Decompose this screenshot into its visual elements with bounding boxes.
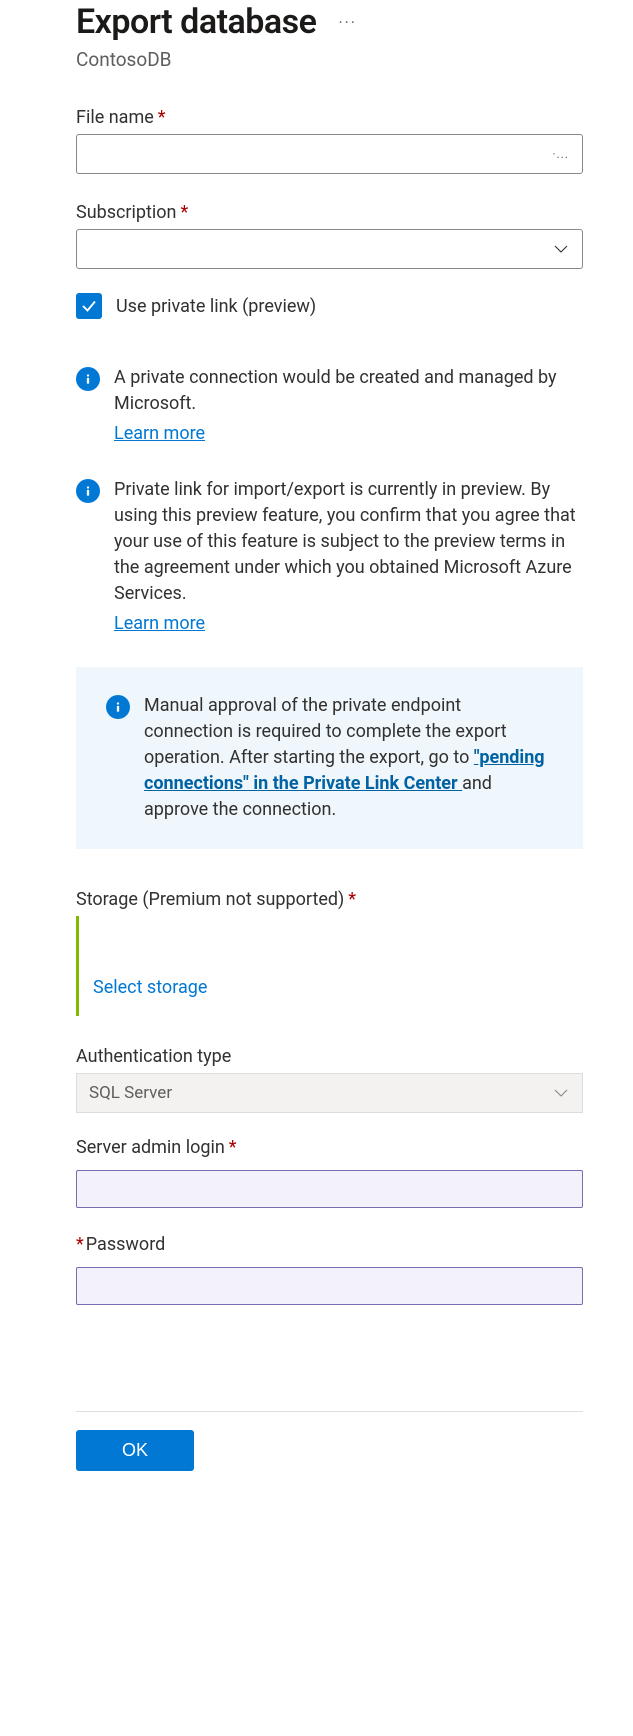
info-icon bbox=[76, 367, 100, 391]
chevron-down-icon bbox=[552, 1084, 570, 1102]
ok-button[interactable]: OK bbox=[76, 1430, 194, 1471]
info-private-connection: A private connection would be created an… bbox=[114, 365, 583, 447]
chevron-down-icon bbox=[552, 240, 570, 258]
more-actions-icon[interactable]: ··· bbox=[334, 13, 361, 32]
password-input[interactable] bbox=[76, 1267, 583, 1305]
storage-picker: Select storage bbox=[76, 916, 583, 1016]
subscription-dropdown[interactable] bbox=[76, 229, 583, 269]
learn-more-link-1[interactable]: Learn more bbox=[114, 421, 205, 447]
info-icon bbox=[106, 695, 130, 719]
private-link-label: Use private link (preview) bbox=[116, 296, 316, 317]
auth-type-label: Authentication type bbox=[76, 1046, 583, 1067]
learn-more-link-2[interactable]: Learn more bbox=[114, 611, 205, 637]
check-icon bbox=[80, 297, 98, 315]
info-preview-terms: Private link for import/export is curren… bbox=[114, 477, 583, 637]
select-storage-link[interactable]: Select storage bbox=[93, 977, 207, 998]
auth-type-dropdown: SQL Server bbox=[76, 1073, 583, 1113]
page-title: Export database bbox=[76, 2, 316, 42]
filename-label: File name* bbox=[76, 107, 583, 128]
admin-login-input[interactable] bbox=[76, 1170, 583, 1208]
private-link-checkbox[interactable] bbox=[76, 293, 102, 319]
auth-type-value: SQL Server bbox=[89, 1083, 172, 1103]
footer-divider bbox=[76, 1411, 583, 1412]
info-icon bbox=[76, 479, 100, 503]
filename-input[interactable] bbox=[76, 134, 583, 174]
manual-approval-callout: Manual approval of the private endpoint … bbox=[76, 667, 583, 849]
page-subtitle: ContosoDB bbox=[76, 48, 583, 71]
storage-label: Storage (Premium not supported)* bbox=[76, 889, 583, 910]
subscription-label: Subscription* bbox=[76, 202, 583, 223]
admin-login-label: Server admin login* bbox=[76, 1137, 583, 1158]
password-label: *Password bbox=[76, 1234, 583, 1255]
